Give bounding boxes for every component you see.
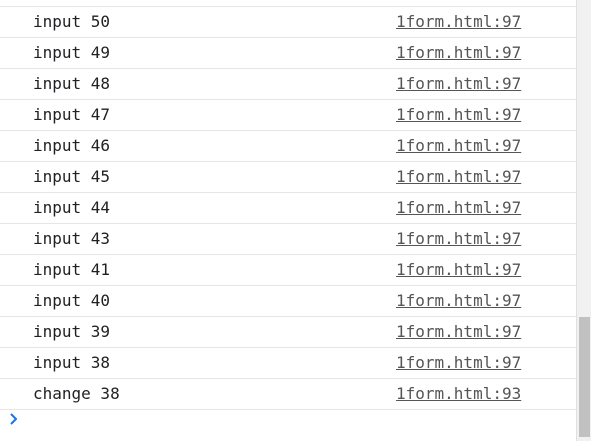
console-source-link[interactable]: 1form.html:97 (396, 136, 521, 156)
console-source-link[interactable]: 1form.html:97 (396, 353, 521, 373)
console-source-link[interactable]: 1form.html:97 (396, 43, 521, 63)
console-message-text: input 43 (33, 229, 111, 248)
console-message-row: input 41 1form.html:97 (0, 255, 576, 286)
console-message-row: input 49 1form.html:97 (0, 38, 576, 69)
console-prompt[interactable] (0, 404, 576, 441)
console-message-text: input 41 (33, 260, 111, 279)
console-source-link[interactable]: 1form.html:97 (396, 260, 521, 280)
console-message-text: change 38 (33, 384, 120, 403)
console-source-link[interactable]: 1form.html:97 (396, 167, 521, 187)
console-message-row-clipped (0, 0, 576, 7)
devtools-console: input 50 1form.html:97 input 49 1form.ht… (0, 0, 591, 441)
scrollbar-thumb[interactable] (579, 317, 590, 437)
vertical-scrollbar[interactable] (576, 0, 591, 441)
console-message-text: input 49 (33, 43, 111, 62)
console-message-row: input 43 1form.html:97 (0, 224, 576, 255)
console-message-text: input 44 (33, 198, 111, 217)
console-source-link[interactable]: 1form.html:97 (396, 105, 521, 125)
console-source-link[interactable]: 1form.html:97 (396, 229, 521, 249)
console-message-text: input 38 (33, 353, 111, 372)
console-log: input 50 1form.html:97 input 49 1form.ht… (0, 0, 576, 441)
console-source-link[interactable]: 1form.html:97 (396, 12, 521, 32)
console-message-text: input 39 (33, 322, 111, 341)
console-input[interactable] (28, 408, 572, 434)
console-message-text: input 45 (33, 167, 111, 186)
console-message-row: input 38 1form.html:97 (0, 348, 576, 379)
console-message-row: input 46 1form.html:97 (0, 131, 576, 162)
console-message-text: input 48 (33, 74, 111, 93)
console-message-text: input 47 (33, 105, 111, 124)
chevron-right-icon (10, 413, 18, 425)
console-source-link[interactable]: 1form.html:97 (396, 198, 521, 218)
console-source-link[interactable]: 1form.html:93 (396, 384, 521, 404)
console-source-link[interactable]: 1form.html:97 (396, 291, 521, 311)
console-message-row: input 45 1form.html:97 (0, 162, 576, 193)
console-message-row: input 39 1form.html:97 (0, 317, 576, 348)
console-message-text: input 46 (33, 136, 111, 155)
console-source-link[interactable]: 1form.html:97 (396, 74, 521, 94)
console-source-link[interactable]: 1form.html:97 (396, 322, 521, 342)
console-message-row: input 44 1form.html:97 (0, 193, 576, 224)
console-message-text: input 40 (33, 291, 111, 310)
console-message-text: input 50 (33, 12, 111, 31)
console-message-row: input 40 1form.html:97 (0, 286, 576, 317)
console-message-row: input 48 1form.html:97 (0, 69, 576, 100)
console-message-row: input 47 1form.html:97 (0, 100, 576, 131)
console-message-row: input 50 1form.html:97 (0, 7, 576, 38)
